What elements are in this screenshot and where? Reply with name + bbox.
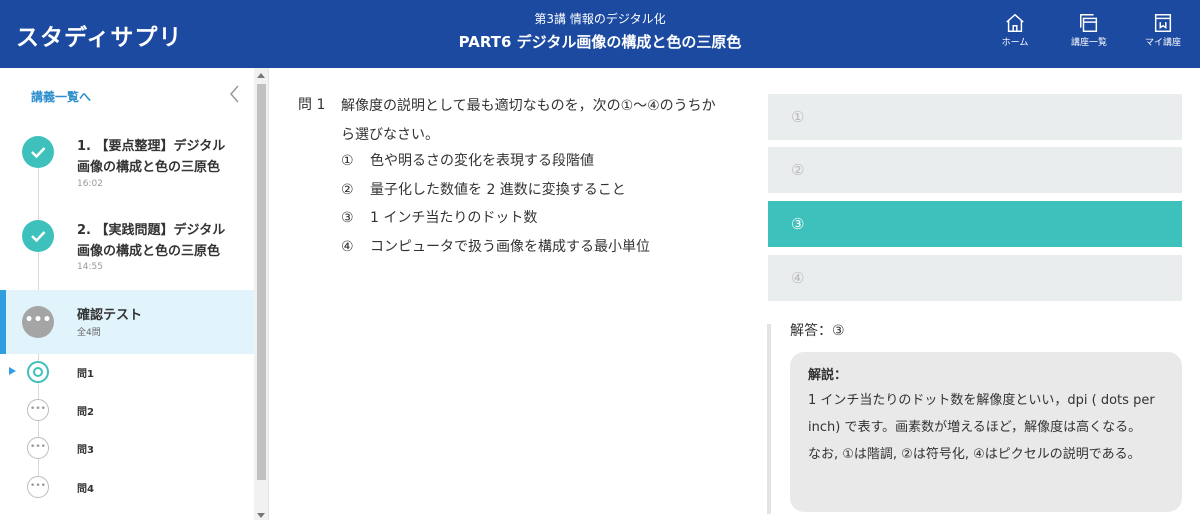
course-list-icon — [1080, 14, 1098, 32]
choice-number: ② — [341, 181, 354, 198]
lesson-item-2[interactable]: 2. 【実践問題】デジタル画像の構成と色の三原色 14:55 — [0, 216, 254, 290]
explanation-text: 1 インチ当たりのドット数を解像度といい，dpi ( dots per inch… — [808, 393, 1155, 435]
answer-option-2[interactable]: ② — [768, 147, 1182, 193]
question-label: 問1 — [77, 369, 94, 380]
top-header: スタディサプリ 第3講 情報のデジタル化 PART6 デジタル画像の構成と色の三… — [0, 0, 1200, 68]
scroll-up-arrow-icon[interactable] — [257, 73, 265, 78]
sidebar-divider — [268, 68, 269, 520]
choice-text: 色や明るさの変化を表現する段階値 — [370, 153, 594, 169]
more-dots-icon: ••• — [22, 306, 54, 338]
question-text: 解像度の説明として最も適切なものを，次の①～④のうちから選びなさい。 — [341, 98, 716, 143]
choice-text: 1 インチ当たりのドット数 — [370, 210, 538, 226]
nav-course-list-label: 講座一覧 — [1070, 38, 1107, 48]
sidebar-scrollbar[interactable] — [254, 68, 268, 520]
pending-dots-icon: ••• — [27, 399, 49, 421]
question-label: 問2 — [77, 407, 94, 418]
lesson-item-1[interactable]: 1. 【要点整理】デジタル画像の構成と色の三原色 16:02 — [0, 132, 254, 216]
lesson-title: 1. 【要点整理】デジタル画像の構成と色の三原色 — [77, 139, 226, 175]
explanation-note: なお, ①は階調, ②は符号化, ④はピクセルの説明である。 — [808, 447, 1141, 462]
choice-number: ① — [341, 153, 354, 169]
nav-course-list[interactable]: 講座一覧 — [1052, 10, 1126, 49]
chevron-left-icon — [230, 85, 239, 103]
choice-number: ③ — [341, 210, 354, 226]
header-nav: ホーム 講座一覧 マイ講座 — [978, 10, 1200, 49]
test-question-count: 全4問 — [77, 328, 101, 338]
choice-number: ④ — [341, 238, 354, 255]
test-title: 確認テスト — [77, 308, 143, 323]
current-question-arrow-icon — [9, 367, 16, 375]
confirmation-test-item[interactable]: ••• 確認テスト 全4問 — [0, 290, 254, 354]
nav-my-course[interactable]: マイ講座 — [1126, 10, 1200, 49]
pending-dots-icon: ••• — [27, 476, 49, 498]
current-question-icon — [27, 361, 49, 383]
home-icon — [1006, 13, 1024, 32]
question-item-3[interactable]: ••• 問3 — [0, 431, 254, 465]
answer-option-1[interactable]: ① — [768, 94, 1182, 140]
choice-item: ④ コンピュータで扱う画像を構成する最小単位 — [341, 233, 650, 262]
scrollbar-thumb[interactable] — [257, 84, 266, 480]
back-to-lectures-link[interactable]: 講義一覧へ — [31, 88, 91, 105]
choice-item: ③ 1 インチ当たりのドット数 — [341, 204, 650, 233]
scroll-down-arrow-icon[interactable] — [257, 513, 265, 518]
choice-item: ① 色や明るさの変化を表現する段階値 — [341, 147, 650, 176]
completed-check-icon — [22, 220, 54, 252]
lesson-title: 2. 【実践問題】デジタル画像の構成と色の三原色 — [77, 223, 226, 259]
answer-option-3[interactable]: ③ — [768, 201, 1182, 247]
collapse-sidebar-button[interactable] — [228, 84, 242, 104]
answer-label: 解答：③ — [790, 323, 845, 339]
choice-list: ① 色や明るさの変化を表現する段階値 ② 量子化した数値を 2 進数に変換すること … — [341, 147, 650, 261]
choice-text: 量子化した数値を 2 進数に変換すること — [370, 181, 626, 198]
active-indicator — [0, 290, 6, 354]
answer-side-bar — [767, 324, 771, 514]
choice-item: ② 量子化した数値を 2 進数に変換すること — [341, 176, 650, 205]
choice-text: コンピュータで扱う画像を構成する最小単位 — [370, 238, 650, 255]
completed-check-icon — [22, 136, 54, 168]
sidebar: 講義一覧へ 1. 【要点整理】デジタル画像の構成と色の三原色 16:02 2. … — [0, 68, 268, 520]
explanation-box: 解説： 1 インチ当たりのドット数を解像度といい，dpi ( dots per … — [790, 352, 1182, 512]
question-label: 問4 — [77, 484, 94, 495]
nav-home-label: ホーム — [1001, 38, 1029, 48]
explanation-title: 解説： — [808, 368, 848, 383]
nav-my-course-label: マイ講座 — [1144, 38, 1181, 48]
nav-home[interactable]: ホーム — [978, 10, 1052, 49]
lesson-duration: 16:02 — [77, 179, 103, 189]
my-course-icon — [1154, 14, 1172, 32]
pending-dots-icon: ••• — [27, 437, 49, 459]
answer-option-4[interactable]: ④ — [768, 255, 1182, 301]
question-item-4[interactable]: ••• 問4 — [0, 470, 254, 504]
lesson-duration: 14:55 — [77, 262, 103, 272]
question-item-2[interactable]: ••• 問2 — [0, 393, 254, 427]
question-label: 問3 — [77, 445, 94, 456]
question-item-1[interactable]: 問1 — [0, 355, 254, 389]
question-number: 問 1 — [298, 97, 326, 113]
